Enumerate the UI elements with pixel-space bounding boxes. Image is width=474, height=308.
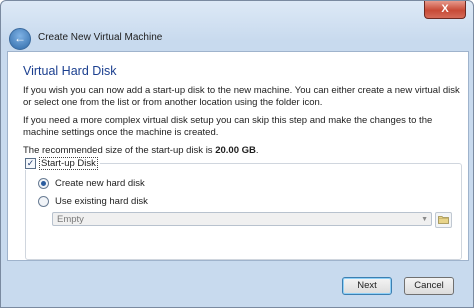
radio-selected-icon[interactable] xyxy=(38,178,49,189)
use-existing-disk-option[interactable]: Use existing hard disk xyxy=(38,196,148,207)
create-new-disk-option[interactable]: Create new hard disk xyxy=(38,178,145,189)
chevron-down-icon: ▼ xyxy=(421,216,428,223)
close-icon: X xyxy=(441,3,449,15)
recommended-size-prefix: The recommended size of the start-up dis… xyxy=(23,145,216,156)
intro-paragraph: If you wish you can now add a start-up d… xyxy=(23,85,460,108)
window-title: Create New Virtual Machine xyxy=(38,32,163,43)
next-button[interactable]: Next xyxy=(342,277,392,295)
cancel-button[interactable]: Cancel xyxy=(404,277,454,295)
recommended-size-text: The recommended size of the start-up dis… xyxy=(23,145,461,157)
skip-paragraph: If you need a more complex virtual disk … xyxy=(23,115,433,138)
wizard-page: Virtual Hard Disk If you wish you can no… xyxy=(7,51,469,261)
page-title: Virtual Hard Disk xyxy=(23,64,117,78)
checkbox-checked-icon[interactable]: ✓ xyxy=(25,158,36,169)
back-arrow-icon: ← xyxy=(14,31,26,45)
radio-unselected-icon[interactable] xyxy=(38,196,49,207)
dialog-window: X ← Create New Virtual Machine Virtual H… xyxy=(0,0,474,308)
choose-disk-file-button[interactable] xyxy=(435,212,452,228)
startup-disk-checkbox[interactable]: ✓ Start-up Disk xyxy=(23,157,100,170)
startup-disk-label: Start-up Disk xyxy=(39,157,98,170)
existing-disk-select[interactable]: Empty ▼ xyxy=(52,212,432,226)
close-button[interactable]: X xyxy=(424,1,466,19)
back-button[interactable]: ← xyxy=(9,28,31,50)
create-new-disk-label: Create new hard disk xyxy=(55,178,145,189)
existing-disk-value: Empty xyxy=(57,214,84,225)
recommended-size-value: 20.00 GB xyxy=(215,145,256,156)
use-existing-disk-label: Use existing hard disk xyxy=(55,196,148,207)
dialog-header: ← Create New Virtual Machine xyxy=(6,23,468,53)
folder-icon xyxy=(438,216,449,224)
recommended-size-suffix: . xyxy=(255,145,259,156)
